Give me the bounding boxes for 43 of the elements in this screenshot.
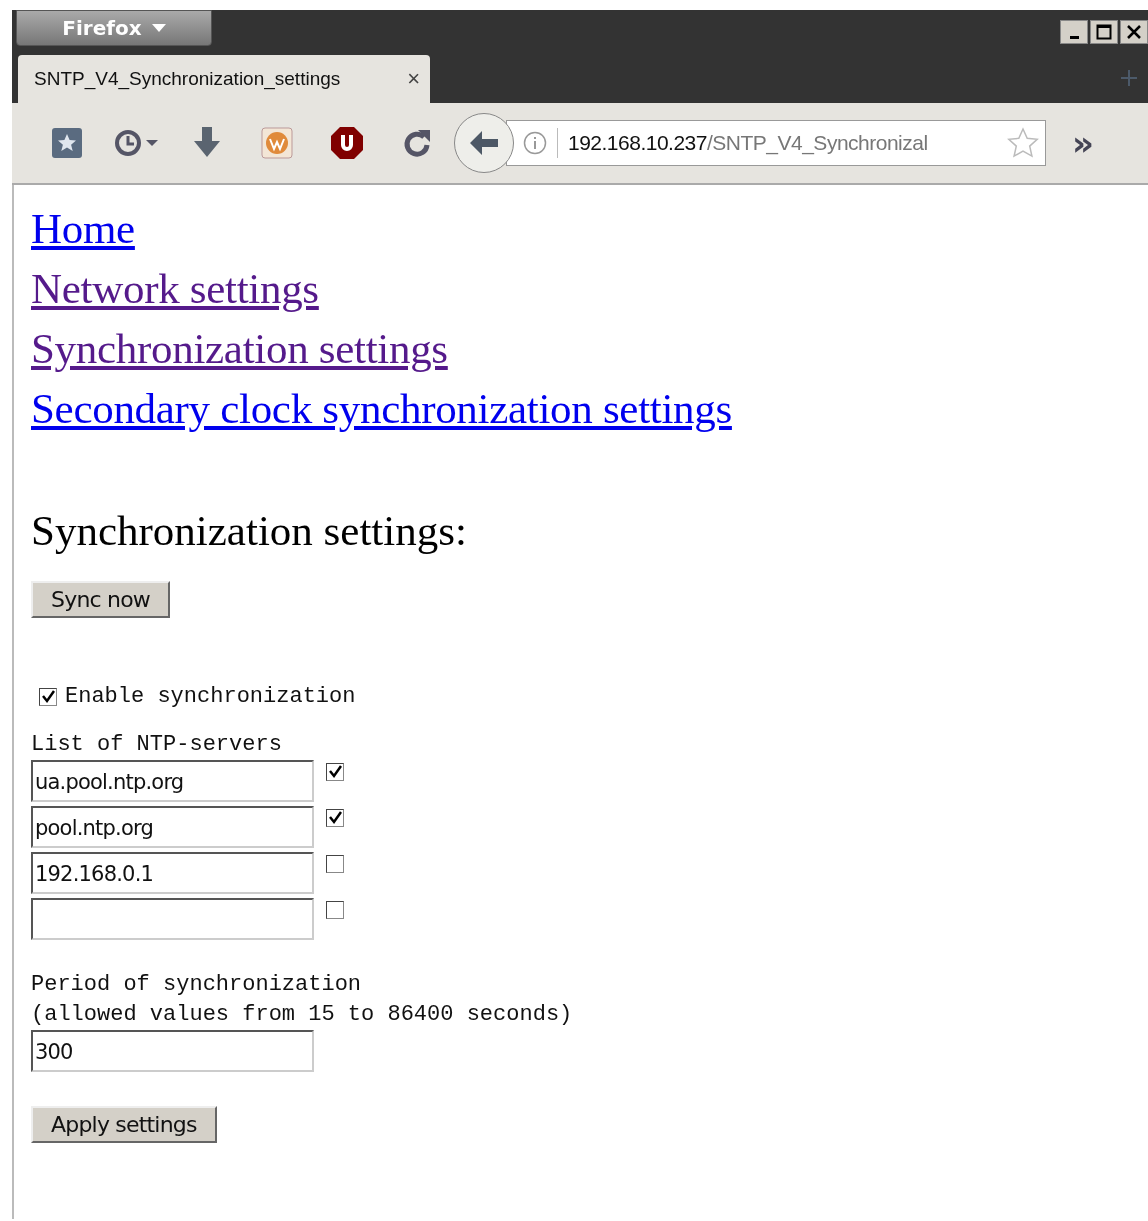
enable-label: Enable synchronization xyxy=(65,683,356,711)
address-bar[interactable]: 192.168.10.237/SNTP_V4_Synchronizal xyxy=(506,120,1046,166)
url-host: 192.168.10.237 xyxy=(568,131,707,154)
download-icon[interactable] xyxy=(193,127,221,159)
back-button[interactable] xyxy=(454,113,514,173)
history-icon[interactable] xyxy=(114,128,160,158)
info-icon[interactable] xyxy=(523,131,547,155)
minimize-button[interactable] xyxy=(1060,20,1088,44)
close-tab-button[interactable]: × xyxy=(407,66,420,92)
bookmark-star-icon[interactable] xyxy=(1007,127,1039,159)
servers-label: List of NTP-servers xyxy=(31,731,283,759)
period-input[interactable]: 300 xyxy=(31,1030,314,1072)
nav-link[interactable]: Secondary clock synchronization settings xyxy=(31,379,732,439)
server-input[interactable] xyxy=(31,898,314,940)
bookmarks-icon[interactable] xyxy=(52,128,82,158)
close-icon xyxy=(1126,24,1142,40)
overflow-button[interactable]: » xyxy=(1072,126,1094,160)
server-checkbox[interactable] xyxy=(326,809,344,827)
server-checkbox[interactable] xyxy=(326,901,344,919)
maximize-button[interactable] xyxy=(1090,20,1118,44)
browser-tab[interactable]: SNTP_V4_Synchronization_settings × xyxy=(18,55,430,103)
sync-now-button[interactable]: Sync now xyxy=(31,581,170,618)
server-input[interactable]: 192.168.0.1 xyxy=(31,852,314,894)
maximize-icon xyxy=(1096,24,1112,40)
reload-icon[interactable] xyxy=(402,128,432,158)
server-input[interactable]: pool.ntp.org xyxy=(31,806,314,848)
period-hint: (allowed values from 15 to 86400 seconds) xyxy=(31,1001,574,1029)
extension-icon[interactable] xyxy=(261,127,293,159)
period-label: Period of synchronization xyxy=(31,971,363,999)
minimize-icon xyxy=(1069,35,1079,39)
nav-link[interactable]: Synchronization settings xyxy=(31,319,448,379)
nav-link[interactable]: Network settings xyxy=(31,259,319,319)
server-input[interactable]: ua.pool.ntp.org xyxy=(31,760,314,802)
url-path: /SNTP_V4_Synchronizal xyxy=(707,131,928,155)
nav-link[interactable]: Home xyxy=(31,199,135,259)
page-heading: Synchronization settings: xyxy=(31,506,468,556)
back-arrow-icon xyxy=(469,130,499,156)
server-checkbox[interactable] xyxy=(326,855,344,873)
caret-icon xyxy=(151,24,166,32)
server-checkbox[interactable] xyxy=(326,763,344,781)
close-window-button[interactable] xyxy=(1120,20,1148,44)
enable-checkbox[interactable] xyxy=(39,688,57,706)
apply-settings-button[interactable]: Apply settings xyxy=(31,1106,217,1143)
